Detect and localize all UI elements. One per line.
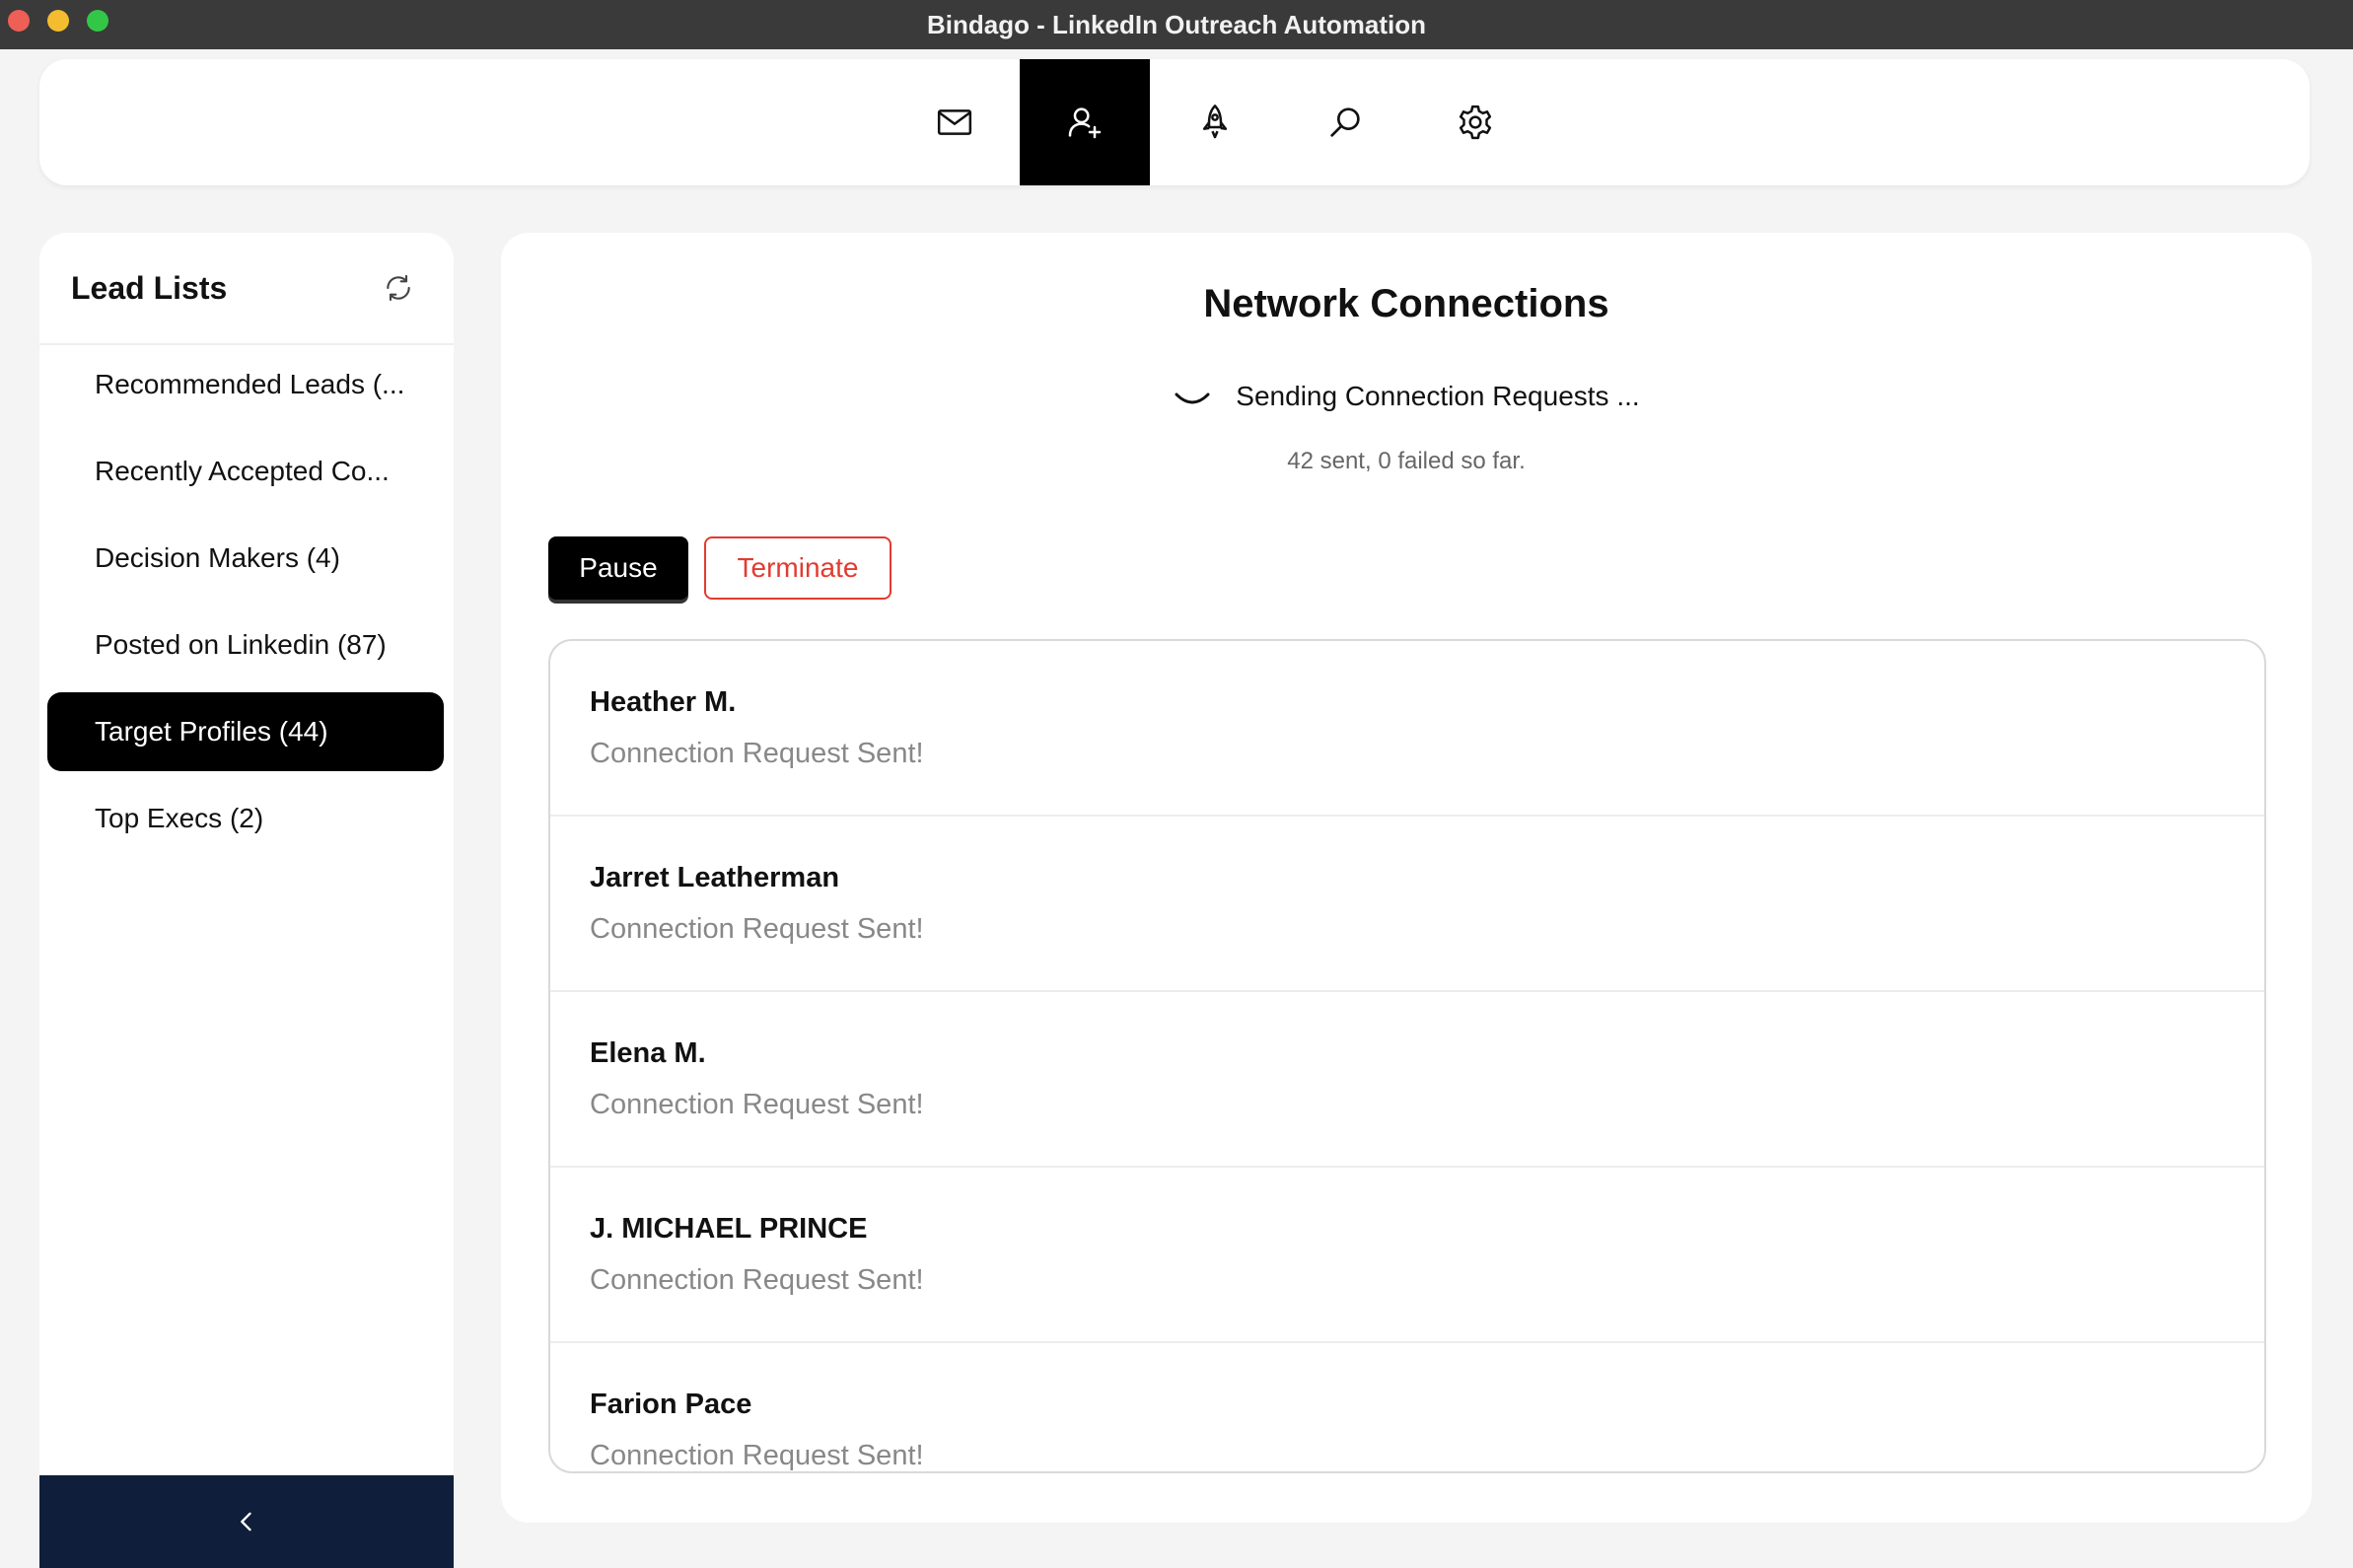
- gear-icon: [1459, 105, 1492, 140]
- terminate-button[interactable]: Terminate: [704, 536, 891, 600]
- nav-settings-button[interactable]: [1410, 59, 1540, 185]
- status-row: Sending Connection Requests ...: [501, 367, 2312, 426]
- refresh-icon[interactable]: [383, 272, 414, 304]
- search-icon: [1330, 107, 1360, 137]
- sidebar-header: Lead Lists: [39, 233, 454, 345]
- connection-status: Connection Request Sent!: [590, 1440, 924, 1471]
- chevron-left-icon: [241, 1512, 251, 1532]
- window-title: Bindago - LinkedIn Outreach Automation: [926, 9, 1427, 39]
- page-title: Network Connections: [1203, 282, 1609, 325]
- add-person-icon: [1068, 107, 1102, 139]
- nav-campaigns-button[interactable]: [1150, 59, 1280, 185]
- connection-name: Heather M.: [590, 686, 737, 718]
- connection-name: J. MICHAEL PRINCE: [590, 1213, 868, 1245]
- nav-messages-button[interactable]: [890, 59, 1020, 185]
- progress-text: 42 sent, 0 failed so far.: [1287, 448, 1526, 474]
- sidebar-title: Lead Lists: [71, 270, 228, 306]
- connection-status: Connection Request Sent!: [590, 1089, 924, 1120]
- lead-list-item-recently-accepted[interactable]: Recently Accepted Co...: [47, 432, 444, 511]
- connection-row: J. MICHAEL PRINCE Connection Request Sen…: [550, 1168, 2264, 1343]
- lead-lists-sidebar: Lead Lists Recommended Leads (... Recent…: [39, 233, 454, 1568]
- connection-row: Farion Pace Connection Request Sent!: [550, 1343, 2264, 1471]
- network-connections-panel: Network Connections Sending Connection R…: [501, 233, 2312, 1523]
- connection-row: Elena M. Connection Request Sent!: [550, 992, 2264, 1168]
- collapse-sidebar-button[interactable]: [39, 1475, 454, 1568]
- lead-list-item-target-profiles[interactable]: Target Profiles (44): [47, 692, 444, 771]
- lead-list: Recommended Leads (... Recently Accepted…: [39, 345, 454, 858]
- nav-search-button[interactable]: [1280, 59, 1410, 185]
- spinner-icon: [1175, 392, 1210, 404]
- window-titlebar: Bindago - LinkedIn Outreach Automation: [0, 0, 2353, 49]
- window-controls: [8, 10, 108, 32]
- lead-list-item-decision-makers[interactable]: Decision Makers (4): [47, 519, 444, 598]
- lead-list-item-recommended-leads[interactable]: Recommended Leads (...: [47, 345, 444, 424]
- nav-icon-group: [890, 59, 1540, 185]
- rocket-icon: [1202, 105, 1228, 139]
- pause-button[interactable]: Pause: [548, 536, 688, 600]
- connection-status: Connection Request Sent!: [590, 1264, 924, 1296]
- connection-status: Connection Request Sent!: [590, 913, 924, 945]
- close-window-button[interactable]: [8, 10, 30, 32]
- connection-list[interactable]: Heather M. Connection Request Sent! Jarr…: [548, 639, 2266, 1473]
- mail-icon: [937, 109, 972, 135]
- lead-list-item-posted-on-linkedin[interactable]: Posted on Linkedin (87): [47, 606, 444, 684]
- connection-row: Heather M. Connection Request Sent!: [550, 641, 2264, 817]
- lead-list-item-top-execs[interactable]: Top Execs (2): [47, 779, 444, 858]
- connection-name: Elena M.: [590, 1037, 706, 1069]
- minimize-window-button[interactable]: [47, 10, 69, 32]
- status-text: Sending Connection Requests ...: [1236, 381, 1640, 411]
- connection-status: Connection Request Sent!: [590, 738, 924, 769]
- connection-name: Jarret Leatherman: [590, 862, 840, 893]
- connection-name: Farion Pace: [590, 1389, 752, 1420]
- top-navigation: [39, 59, 2310, 185]
- connection-row: Jarret Leatherman Connection Request Sen…: [550, 817, 2264, 992]
- maximize-window-button[interactable]: [87, 10, 108, 32]
- nav-connect-button[interactable]: [1020, 59, 1150, 185]
